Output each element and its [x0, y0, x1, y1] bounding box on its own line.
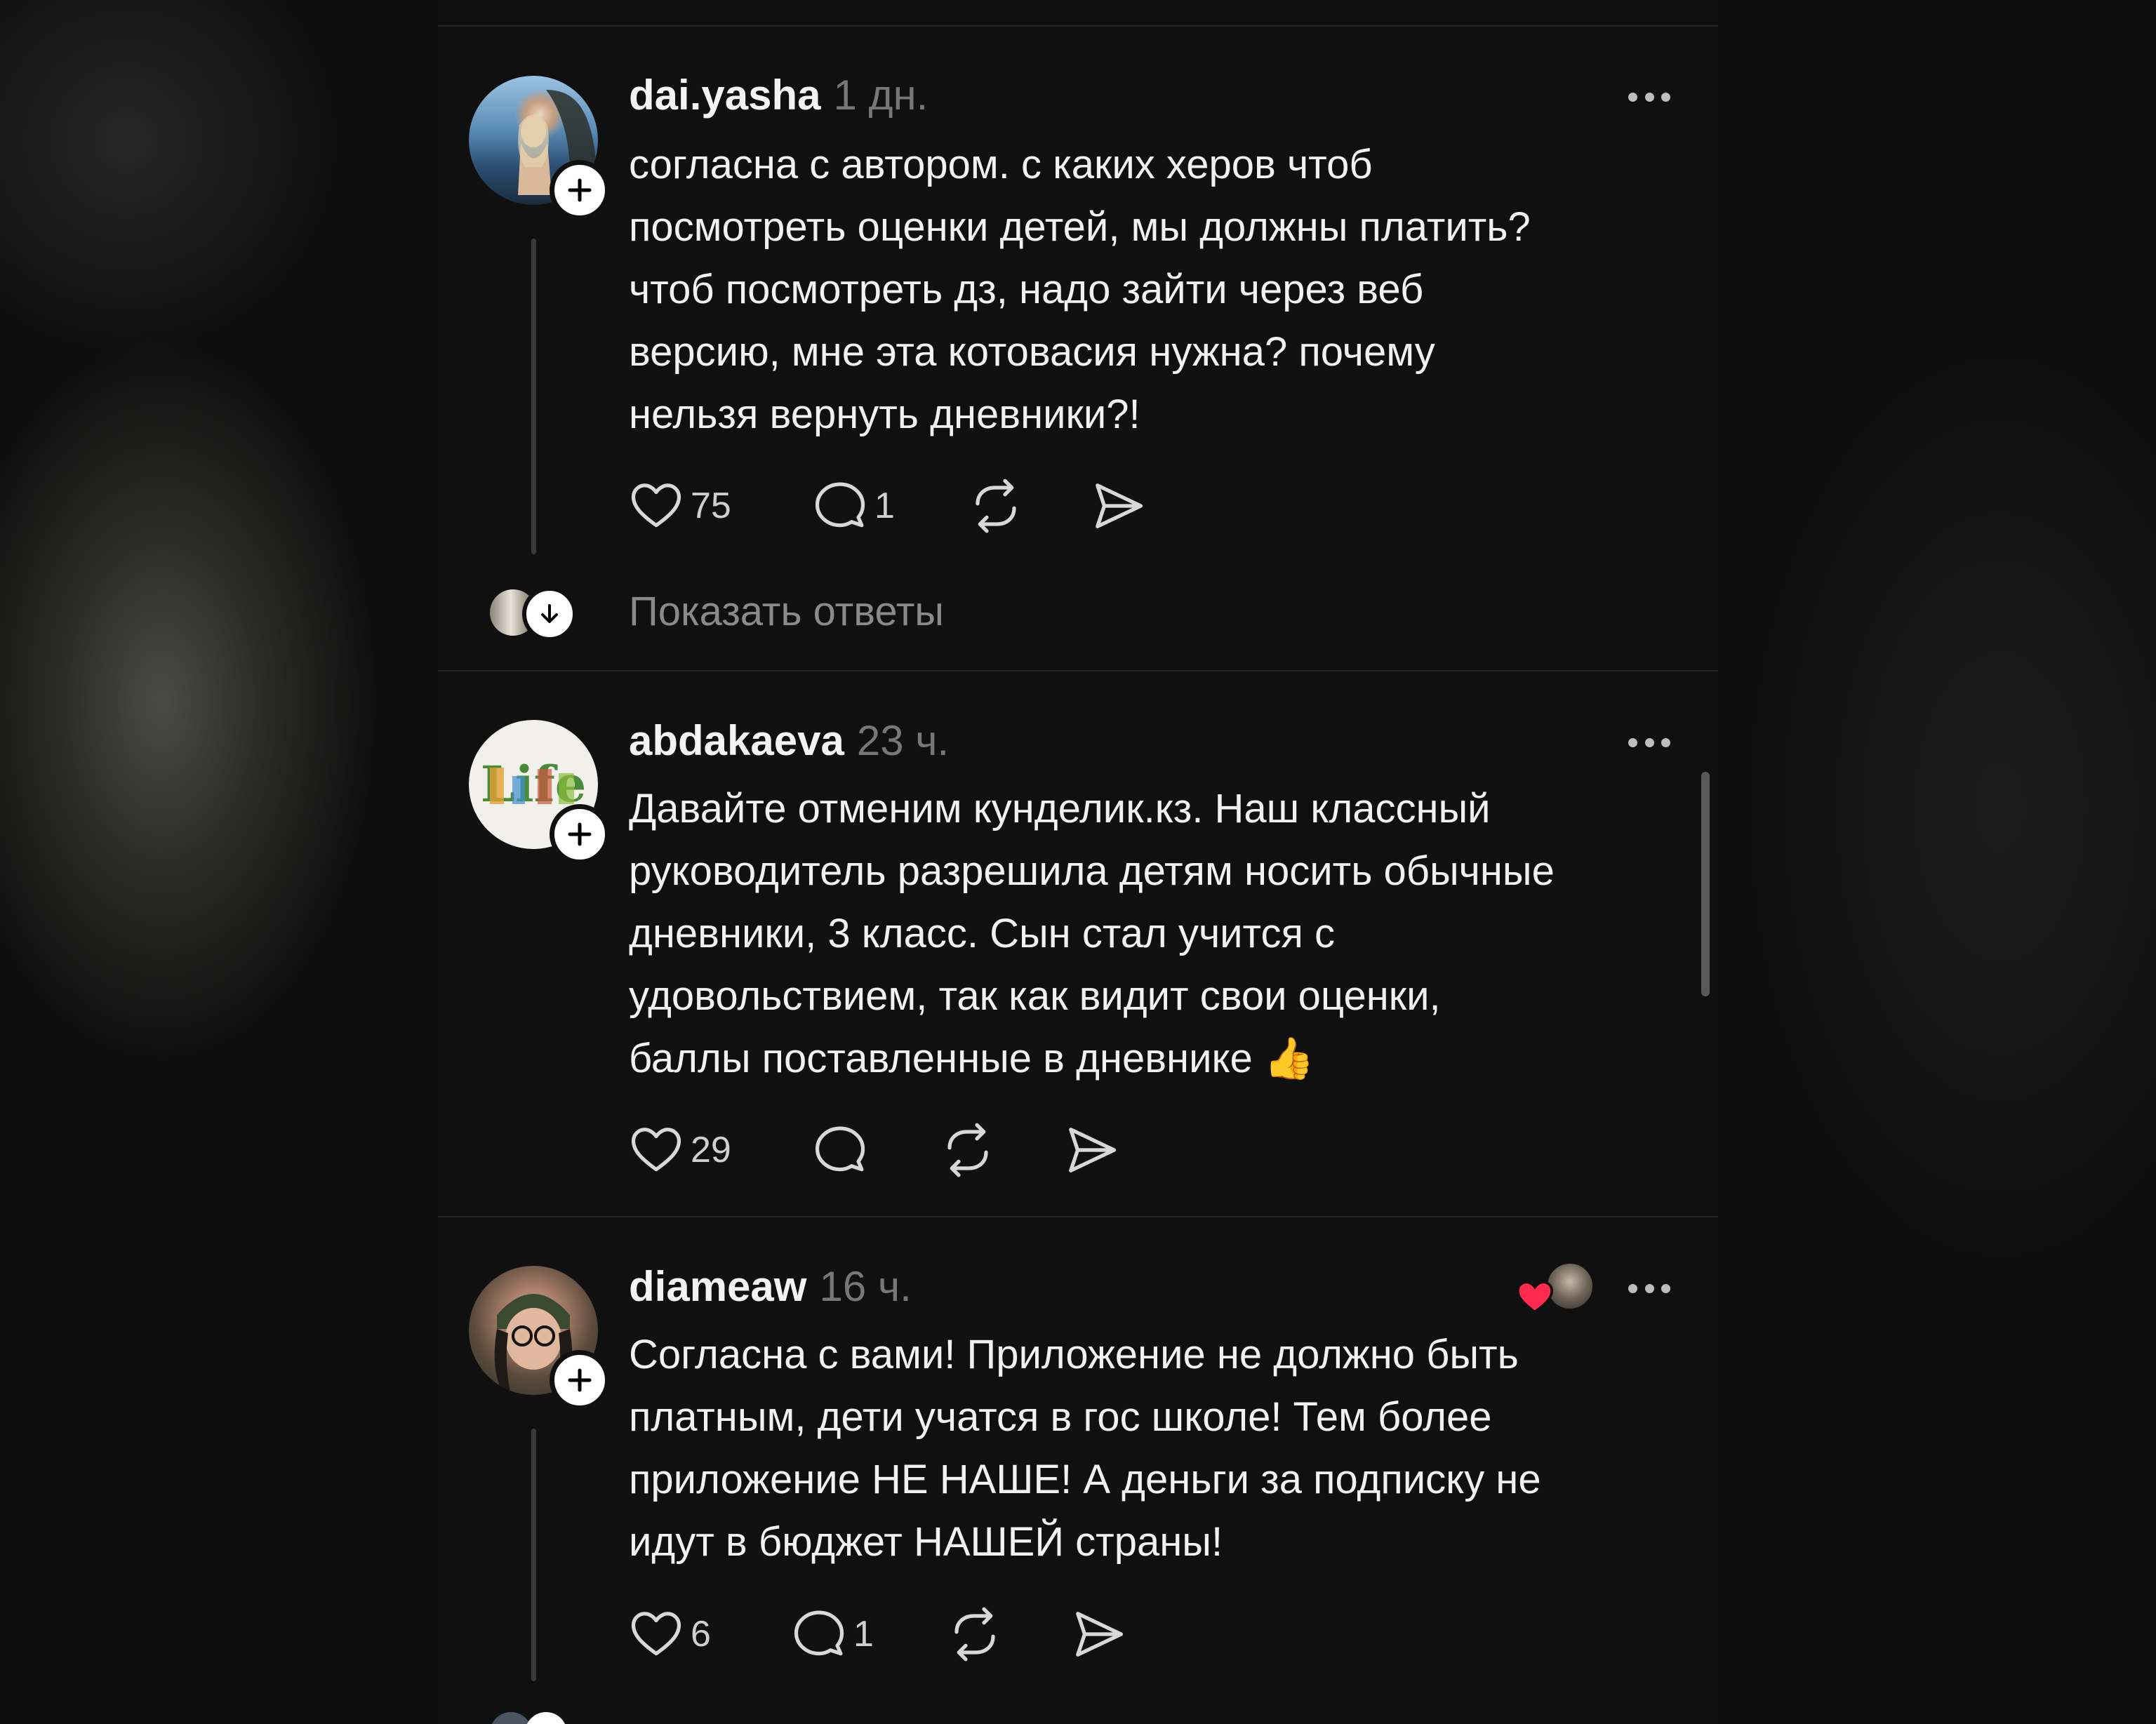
plus-icon [568, 1368, 592, 1392]
follow-button[interactable] [550, 804, 610, 864]
repost-button[interactable] [947, 1603, 1002, 1666]
action-bar: 29 [629, 1118, 1331, 1182]
plus-icon [568, 822, 592, 846]
username[interactable]: diameaw [629, 1263, 806, 1310]
repost-icon [954, 1607, 995, 1662]
scrollbar[interactable] [1701, 772, 1710, 996]
username[interactable]: abdakaeva [629, 717, 844, 764]
send-icon [1096, 483, 1143, 528]
repost-button[interactable] [940, 1118, 995, 1182]
send-icon [1076, 1612, 1124, 1657]
like-count: 6 [691, 1614, 711, 1655]
post-header: dai.yasha 1 дн. [629, 70, 928, 121]
heart-icon [631, 1612, 681, 1656]
divider [438, 1216, 1718, 1217]
like-button[interactable]: 29 [629, 1118, 731, 1182]
heart-icon [631, 483, 681, 528]
reply-count: 1 [853, 1614, 874, 1655]
reply-count: 1 [874, 486, 895, 526]
more-options-button[interactable] [1628, 90, 1670, 104]
show-replies-label: Показать ответы [629, 589, 944, 634]
plus-icon [568, 178, 592, 202]
like-count: 29 [691, 1130, 731, 1170]
follow-button[interactable] [550, 1350, 610, 1410]
show-replies-button[interactable]: Показать ответы [490, 584, 1051, 641]
more-options-button[interactable] [1628, 735, 1670, 749]
threads-comment-panel: dai.yasha 1 дн. согласна с автором. с как… [438, 0, 1718, 1724]
like-count: 75 [691, 486, 731, 526]
more-dots-icon [1628, 92, 1637, 102]
repost-icon [947, 1123, 988, 1177]
more-dots-icon [1628, 1283, 1637, 1293]
reply-button[interactable]: 1 [792, 1603, 874, 1666]
arrow-down-icon [522, 587, 577, 641]
comment-bubble-icon [815, 1126, 865, 1172]
divider [438, 670, 1718, 671]
post-header: abdakaeva 23 ч. [629, 716, 949, 766]
divider [438, 25, 1718, 27]
reply-avatars-partial [490, 1712, 581, 1724]
more-dots-icon [1628, 737, 1637, 747]
heart-icon [631, 1128, 681, 1172]
reply-button[interactable]: 1 [813, 474, 895, 537]
comment-text: согласна с автором. с каких херов чтоб п… [629, 142, 1531, 437]
comment-bubble-icon [815, 482, 865, 528]
comment-bubble-icon [794, 1610, 844, 1656]
author-liked-indicator [1515, 1262, 1595, 1318]
timestamp: 23 ч. [856, 717, 950, 764]
action-bar: 75 1 [629, 474, 1331, 537]
share-button[interactable] [1091, 474, 1145, 537]
repost-icon [976, 479, 1016, 533]
like-button[interactable]: 75 [629, 474, 731, 537]
heart-icon [1517, 1281, 1553, 1314]
share-button[interactable] [1064, 1118, 1119, 1182]
thread-line [531, 239, 536, 554]
post-header: diameaw 16 ч. [629, 1262, 912, 1312]
timestamp: 16 ч. [819, 1263, 912, 1310]
thread-line [531, 1429, 536, 1681]
reply-button[interactable] [813, 1118, 874, 1182]
timestamp: 1 дн. [833, 72, 929, 119]
more-options-button[interactable] [1628, 1281, 1670, 1295]
comment-text: Согласна с вами! Приложение не должно бы… [629, 1332, 1541, 1565]
action-bar: 6 1 [629, 1603, 1331, 1666]
share-button[interactable] [1071, 1603, 1126, 1666]
send-icon [1069, 1128, 1117, 1172]
follow-button[interactable] [550, 160, 610, 220]
comment-text: Давайте отменим кунделик.кз. Наш классны… [629, 786, 1555, 1081]
repost-button[interactable] [969, 474, 1023, 537]
username[interactable]: dai.yasha [629, 72, 821, 119]
like-button[interactable]: 6 [629, 1603, 711, 1666]
